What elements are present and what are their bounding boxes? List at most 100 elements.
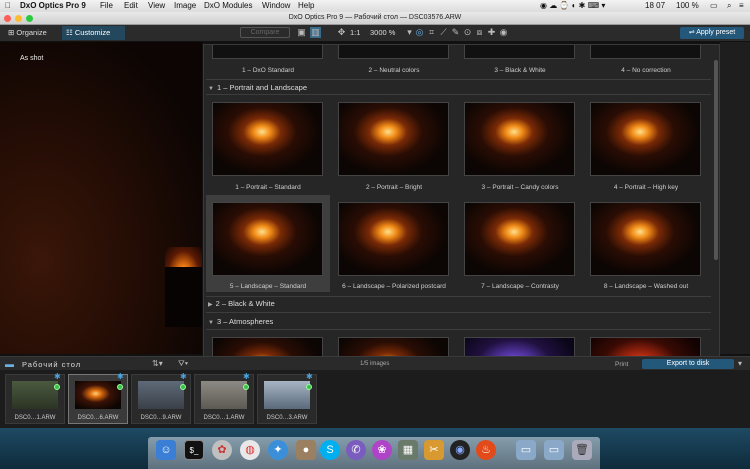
skype-icon[interactable]: S: [320, 440, 340, 460]
split-view-icon[interactable]: ▥: [310, 27, 321, 38]
menu-window[interactable]: Window: [262, 0, 290, 12]
preset-thumb[interactable]: [212, 45, 323, 59]
preset-thumb[interactable]: [590, 102, 701, 176]
preset-picker-panel: 1 – DxO Standard 2 – Neutral colors 3 – …: [203, 44, 720, 362]
export-to-disk-button[interactable]: Export to disk: [642, 359, 734, 369]
menu-edit[interactable]: Edit: [124, 0, 138, 12]
preset-label[interactable]: 6 – Landscape – Polarized postcard: [332, 283, 456, 290]
terminal-icon[interactable]: $_: [184, 440, 204, 460]
folder-name[interactable]: Рабочий стол: [22, 360, 81, 369]
preset-label[interactable]: 8 – Landscape – Washed out: [584, 283, 708, 290]
preset-label[interactable]: 4 – Portrait – High key: [584, 184, 708, 191]
preset-thumb[interactable]: [338, 102, 449, 176]
menu-view[interactable]: View: [148, 0, 165, 12]
flower-app-icon[interactable]: ❀: [372, 440, 392, 460]
thumbnail-item[interactable]: DSC0…9.ARW: [131, 374, 191, 424]
processed-badge: [54, 384, 60, 390]
menu-dxo-modules[interactable]: DxO Modules: [204, 0, 252, 12]
print-button[interactable]: Print: [615, 361, 628, 368]
app-icon[interactable]: ♨: [476, 440, 496, 460]
menu-help[interactable]: Help: [298, 0, 314, 12]
compare-button[interactable]: Compare: [240, 27, 290, 38]
viber-icon[interactable]: ✆: [346, 440, 366, 460]
notifications-icon[interactable]: ≡: [739, 0, 744, 12]
zoom-1-1-button[interactable]: 1:1: [346, 26, 364, 40]
preset-label[interactable]: 1 – DxO Standard: [206, 67, 330, 74]
menu-file[interactable]: File: [100, 0, 113, 12]
preset-thumb[interactable]: [338, 45, 449, 59]
app-icon[interactable]: ✂: [424, 440, 444, 460]
export-options-icon[interactable]: ▾: [738, 359, 742, 368]
preset-label[interactable]: 5 – Landscape – Standard: [206, 283, 330, 290]
clock[interactable]: 18 07: [645, 0, 665, 12]
menu-image[interactable]: Image: [174, 0, 196, 12]
thumbnail-filename: DSC0…1.ARW: [14, 415, 56, 421]
minimize-window-icon[interactable]: [15, 15, 22, 22]
preset-label[interactable]: 3 – Portrait – Candy colors: [458, 184, 582, 191]
battery-level: 100 %: [676, 1, 699, 10]
zoom-percent-select[interactable]: 3000 %: [366, 26, 406, 40]
thumbnail-item-selected[interactable]: DSC0…6.ARW: [68, 374, 128, 424]
preset-thumb[interactable]: [590, 45, 701, 59]
battery-icon[interactable]: ▭: [710, 0, 718, 12]
preset-label[interactable]: 2 – Neutral colors: [332, 67, 456, 74]
thumbnail-filename: DSC0…1.ARW: [203, 415, 245, 421]
app-icon[interactable]: ◉: [450, 440, 470, 460]
thumbnail-item[interactable]: DSC0…3.ARW: [257, 374, 317, 424]
filter-icon[interactable]: ⛛▾: [178, 359, 188, 369]
preset-thumb[interactable]: [464, 102, 575, 176]
app-icon[interactable]: ●: [296, 440, 316, 460]
section-black-white[interactable]: ▶ 2 – Black & White: [208, 299, 275, 308]
panel-scrollbar[interactable]: [714, 60, 718, 260]
thumbnail-filename: DSC0…6.ARW: [77, 415, 119, 421]
preset-thumb[interactable]: [464, 202, 575, 276]
sort-icon[interactable]: ⇅▾: [152, 359, 163, 368]
image-viewer[interactable]: [0, 42, 202, 354]
tab-customize[interactable]: ☷ Customize: [62, 26, 125, 40]
preset-thumb[interactable]: [212, 202, 323, 276]
bird-app-icon[interactable]: ✦: [268, 440, 288, 460]
preset-label[interactable]: 4 – No correction: [584, 67, 708, 74]
finder-icon[interactable]: ☺: [156, 440, 176, 460]
preset-thumb[interactable]: [338, 202, 449, 276]
preset-thumb[interactable]: [212, 102, 323, 176]
bloom-app-icon[interactable]: ✿: [212, 440, 232, 460]
status-icons: ◉ ☁ ⌚ ◐ ✱ ⌨ ▾: [540, 1, 606, 10]
zoom-window-icon[interactable]: [26, 15, 33, 22]
red-eye-icon[interactable]: ⊙: [462, 27, 473, 38]
preset-label[interactable]: 3 – Black & White: [458, 67, 582, 74]
section-atmospheres[interactable]: ▼ 3 – Atmospheres: [208, 317, 273, 326]
single-view-icon[interactable]: ▣: [296, 27, 307, 38]
thumbnail-item[interactable]: DSC0…1.ARW: [5, 374, 65, 424]
compare-preview-icon[interactable]: ◎: [414, 27, 425, 38]
documents-folder-icon[interactable]: ▭: [544, 440, 564, 460]
section-portrait-landscape[interactable]: ▼ 1 – Portrait and Landscape: [208, 83, 307, 92]
trash-icon[interactable]: 🗑: [572, 440, 592, 460]
preset-label[interactable]: 2 – Portrait – Bright: [332, 184, 456, 191]
preset-thumb[interactable]: [590, 202, 701, 276]
tab-organize[interactable]: ⊞ Organize: [4, 26, 51, 40]
chrome-icon[interactable]: ◍: [240, 440, 260, 460]
eyedropper-icon[interactable]: ✎: [450, 27, 461, 38]
preset-thumb[interactable]: [464, 45, 575, 59]
apple-icon[interactable]: : [5, 0, 11, 12]
expanded-triangle-icon: ▼: [208, 320, 214, 326]
menu-app[interactable]: DxO Optics Pro 9: [20, 0, 86, 12]
divider: [206, 312, 711, 313]
thumbnail-image: [264, 381, 310, 409]
local-adjust-icon[interactable]: ◉: [498, 27, 509, 38]
close-window-icon[interactable]: [4, 15, 11, 22]
spotlight-icon[interactable]: ⌕: [727, 0, 731, 12]
applications-folder-icon[interactable]: ▭: [516, 440, 536, 460]
preset-label[interactable]: 7 – Landscape – Contrasty: [458, 283, 582, 290]
preset-label[interactable]: 1 – Portrait – Standard: [206, 184, 330, 191]
crop-icon[interactable]: ⌗: [426, 27, 437, 38]
thumbnail-item[interactable]: DSC0…1.ARW: [194, 374, 254, 424]
perspective-icon[interactable]: ⧈: [474, 27, 485, 38]
apply-preset-button[interactable]: ⇌ Apply preset: [680, 27, 744, 39]
repair-icon[interactable]: ✚: [486, 27, 497, 38]
app-icon[interactable]: ▦: [398, 440, 418, 460]
window-title: DxO Optics Pro 9 — Рабочий стол — DSC035…: [288, 14, 462, 21]
palette-panel[interactable]: [720, 42, 750, 354]
straighten-icon[interactable]: ⟋: [438, 27, 449, 38]
